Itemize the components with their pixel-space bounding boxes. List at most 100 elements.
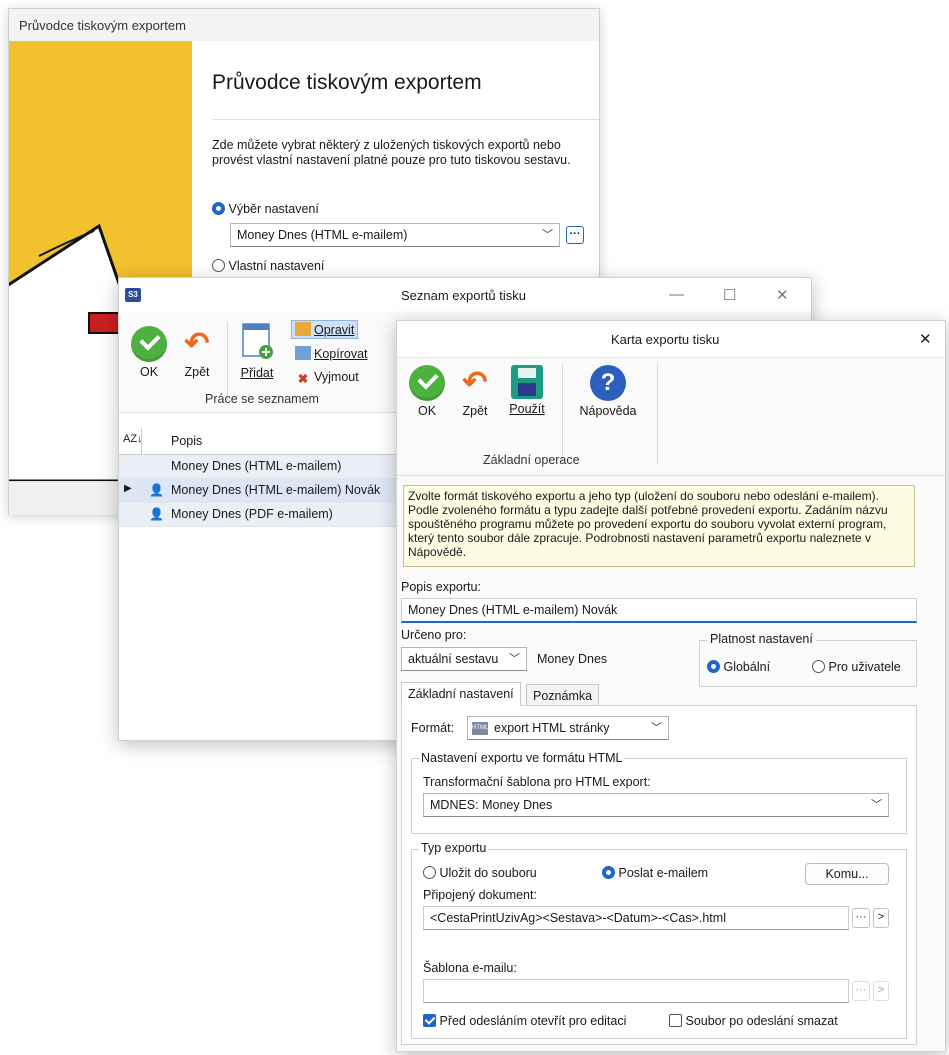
open-before-send-box[interactable]: [423, 1014, 436, 1027]
delete-after-send-box[interactable]: [669, 1014, 682, 1027]
radio-select-settings[interactable]: Výběr nastavení: [212, 202, 319, 216]
card-back-button[interactable]: ↶ Zpět: [457, 365, 493, 418]
wizard-titlebar: Průvodce tiskovým exportem: [9, 9, 599, 41]
radio-global-label: Globální: [723, 660, 771, 674]
help-label: Nápověda: [579, 404, 637, 418]
template-select[interactable]: MDNES: Money Dnes ﹀: [423, 793, 889, 817]
email-template-input[interactable]: [423, 979, 849, 1003]
minimize-icon[interactable]: —: [669, 286, 684, 303]
validity-group-label: Platnost nastavení: [707, 632, 816, 646]
radio-user-label: Pro uživatele: [828, 660, 901, 674]
radio-save-to-file-dot[interactable]: [423, 866, 436, 879]
radio-global-dot[interactable]: [707, 660, 720, 673]
radio-send-email-dot[interactable]: [602, 866, 615, 879]
help-button[interactable]: ? Nápověda: [571, 365, 645, 418]
close-icon[interactable]: ✕: [776, 286, 789, 304]
radio-select-settings-label: Výběr nastavení: [228, 202, 319, 216]
attached-document-label: Připojený dokument:: [423, 888, 537, 902]
close-icon[interactable]: ✕: [919, 330, 932, 348]
list-item-text: Money Dnes (HTML e-mailem): [171, 459, 342, 473]
chevron-down-icon: ﹀: [542, 229, 553, 241]
add-label: Přidat: [240, 366, 274, 380]
chevron-down-icon: ﹀: [651, 722, 662, 734]
attached-document-browse-button[interactable]: ···: [852, 908, 870, 928]
open-before-send-checkbox[interactable]: Před odesláním otevřít pro editaci: [423, 1014, 626, 1028]
attached-document-input[interactable]: <CestaPrintUzivAg><Sestava>-<Datum>-<Cas…: [423, 906, 849, 930]
info-box: Zvolte formát tiskového exportu a jeho t…: [403, 485, 915, 567]
cut-x-icon: ✖: [297, 372, 309, 386]
email-template-browse-button[interactable]: ···: [852, 981, 870, 1001]
user-icon: 👤: [149, 483, 164, 497]
intended-for-select[interactable]: aktuální sestavu ﹀: [401, 647, 527, 671]
radio-save-to-file[interactable]: Uložit do souboru: [423, 866, 537, 880]
export-card-window: Karta exportu tisku ✕ OK ↶ Zpět Použít ?…: [396, 320, 946, 1052]
cut-button[interactable]: ✖ Vyjmout: [295, 370, 359, 386]
radio-custom-settings-dot[interactable]: [212, 259, 225, 272]
recipients-button[interactable]: Komu...: [805, 863, 889, 885]
ribbon-separator: [227, 322, 228, 400]
list-ribbon-group-label: Práce se seznamem: [205, 392, 319, 406]
app-logo-icon: S3: [125, 288, 141, 302]
card-ok-button[interactable]: OK: [409, 365, 445, 418]
attached-document-arrow-button[interactable]: >: [873, 908, 889, 928]
edit-button[interactable]: Opravit: [291, 320, 359, 339]
intended-for-label: Určeno pro:: [401, 628, 467, 642]
export-type-group-label: Typ exportu: [419, 841, 489, 855]
format-select[interactable]: HTML export HTML stránky ﹀: [467, 716, 669, 740]
saved-export-select[interactable]: Money Dnes (HTML e-mailem) ﹀: [230, 223, 560, 247]
saved-export-value: Money Dnes (HTML e-mailem): [237, 228, 408, 242]
save-disk-icon: [511, 365, 543, 399]
cut-label: Vyjmout: [314, 370, 359, 384]
apply-button[interactable]: Použít: [505, 365, 549, 416]
radio-user[interactable]: Pro uživatele: [812, 660, 901, 674]
radio-save-to-file-label: Uložit do souboru: [439, 866, 537, 880]
email-template-label: Šablona e-mailu:: [423, 961, 517, 975]
tab-basic-settings[interactable]: Základní nastavení: [401, 682, 521, 706]
saved-export-more-button[interactable]: ···: [566, 226, 584, 244]
radio-global[interactable]: Globální: [707, 660, 770, 674]
ok-check-icon: [409, 365, 445, 401]
card-back-label: Zpět: [462, 404, 488, 418]
card-titlebar: Karta exportu tisku ✕: [397, 321, 945, 358]
edit-pencil-icon: [295, 322, 311, 336]
add-document-icon: [242, 323, 273, 359]
edit-label: Opravit: [314, 323, 355, 337]
apply-label: Použít: [509, 402, 545, 416]
ok-button[interactable]: OK: [131, 326, 167, 379]
description-input[interactable]: Money Dnes (HTML e-mailem) Novák: [401, 598, 917, 623]
radio-custom-settings[interactable]: Vlastní nastavení: [212, 259, 324, 273]
list-window-title: Seznam exportů tisku: [401, 288, 527, 303]
ribbon-separator: [562, 363, 563, 463]
back-button[interactable]: ↶ Zpět: [179, 326, 215, 379]
radio-user-dot[interactable]: [812, 660, 825, 673]
html-file-icon: HTML: [472, 722, 488, 735]
radio-select-settings-dot[interactable]: [212, 202, 225, 215]
intended-for-name: Money Dnes: [537, 652, 608, 666]
open-before-send-label: Před odesláním otevřít pro editaci: [439, 1014, 627, 1028]
back-label: Zpět: [184, 365, 210, 379]
add-button[interactable]: Přidat: [235, 322, 279, 380]
back-arrow-icon: ↶: [184, 327, 210, 360]
wizard-window-title: Průvodce tiskovým exportem: [19, 18, 186, 33]
card-ribbon-group-label: Základní operace: [483, 453, 580, 467]
wizard-heading: Průvodce tiskovým exportem: [212, 71, 482, 94]
format-label: Formát:: [411, 721, 455, 735]
tab-note[interactable]: Poznámka: [526, 684, 600, 706]
sort-icon[interactable]: AZ↓: [123, 433, 143, 445]
intended-for-value: aktuální sestavu: [408, 652, 499, 666]
list-item-text: Money Dnes (HTML e-mailem) Novák: [171, 483, 381, 497]
description-label: Popis exportu:: [401, 580, 481, 594]
card-window-title: Karta exportu tisku: [611, 332, 720, 347]
column-header-description[interactable]: Popis: [171, 434, 202, 448]
maximize-icon[interactable]: ☐: [723, 286, 736, 304]
ribbon-bottom-border: [397, 475, 945, 476]
list-item-text: Money Dnes (PDF e-mailem): [171, 507, 333, 521]
ok-label: OK: [139, 365, 159, 379]
email-template-arrow-button[interactable]: >: [873, 981, 889, 1001]
card-ok-label: OK: [417, 404, 437, 418]
ok-check-icon: [131, 326, 167, 362]
delete-after-send-checkbox[interactable]: Soubor po odeslání smazat: [669, 1014, 838, 1028]
radio-send-email[interactable]: Poslat e-mailem: [602, 866, 708, 880]
user-icon: 👤: [149, 507, 164, 521]
copy-button[interactable]: Kopírovat: [295, 346, 368, 361]
